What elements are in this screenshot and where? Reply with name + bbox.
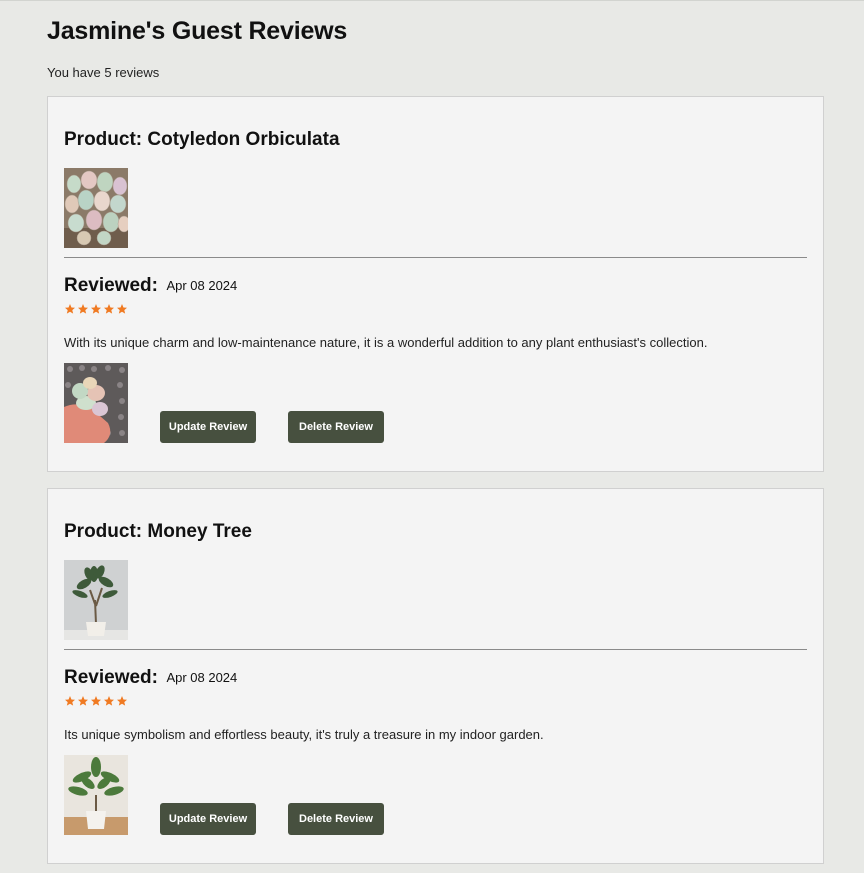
reviewed-label: Reviewed:: [64, 275, 158, 296]
star-icon: [65, 696, 75, 706]
review-comment: Its unique symbolism and effortless beau…: [64, 727, 544, 742]
product-title: Product: Money Tree: [64, 521, 252, 542]
review-image[interactable]: [64, 755, 128, 835]
star-rating: [64, 695, 129, 707]
review-card: Product: Money Tree Reviewed: Apr 08 202…: [47, 488, 824, 864]
review-date: Apr 08 2024: [166, 278, 238, 293]
divider: [64, 649, 807, 650]
star-icon: [91, 304, 101, 314]
star-icon: [65, 304, 75, 314]
review-card: Product: Cotyledon Orbiculata Reviewed: …: [47, 96, 824, 472]
review-comment: With its unique charm and low-maintenanc…: [64, 335, 708, 350]
review-meta: Reviewed: Apr 08 2024: [64, 667, 237, 689]
star-icon: [78, 696, 88, 706]
star-rating: [64, 303, 129, 315]
review-meta: Reviewed: Apr 08 2024: [64, 275, 237, 297]
star-icon: [104, 696, 114, 706]
review-image[interactable]: [64, 363, 128, 443]
top-border: [0, 0, 864, 1]
delete-review-button[interactable]: Delete Review: [288, 411, 384, 443]
star-icon: [117, 304, 127, 314]
update-review-button[interactable]: Update Review: [160, 803, 256, 835]
page-title: Jasmine's Guest Reviews: [47, 17, 348, 45]
update-review-button[interactable]: Update Review: [160, 411, 256, 443]
divider: [64, 257, 807, 258]
star-icon: [78, 304, 88, 314]
review-count: You have 5 reviews: [47, 65, 160, 80]
reviewed-label: Reviewed:: [64, 667, 158, 688]
star-icon: [104, 304, 114, 314]
product-title: Product: Cotyledon Orbiculata: [64, 129, 340, 150]
review-date: Apr 08 2024: [166, 670, 238, 685]
delete-review-button[interactable]: Delete Review: [288, 803, 384, 835]
star-icon: [91, 696, 101, 706]
product-image[interactable]: [64, 168, 128, 248]
star-icon: [117, 696, 127, 706]
product-image[interactable]: [64, 560, 128, 640]
